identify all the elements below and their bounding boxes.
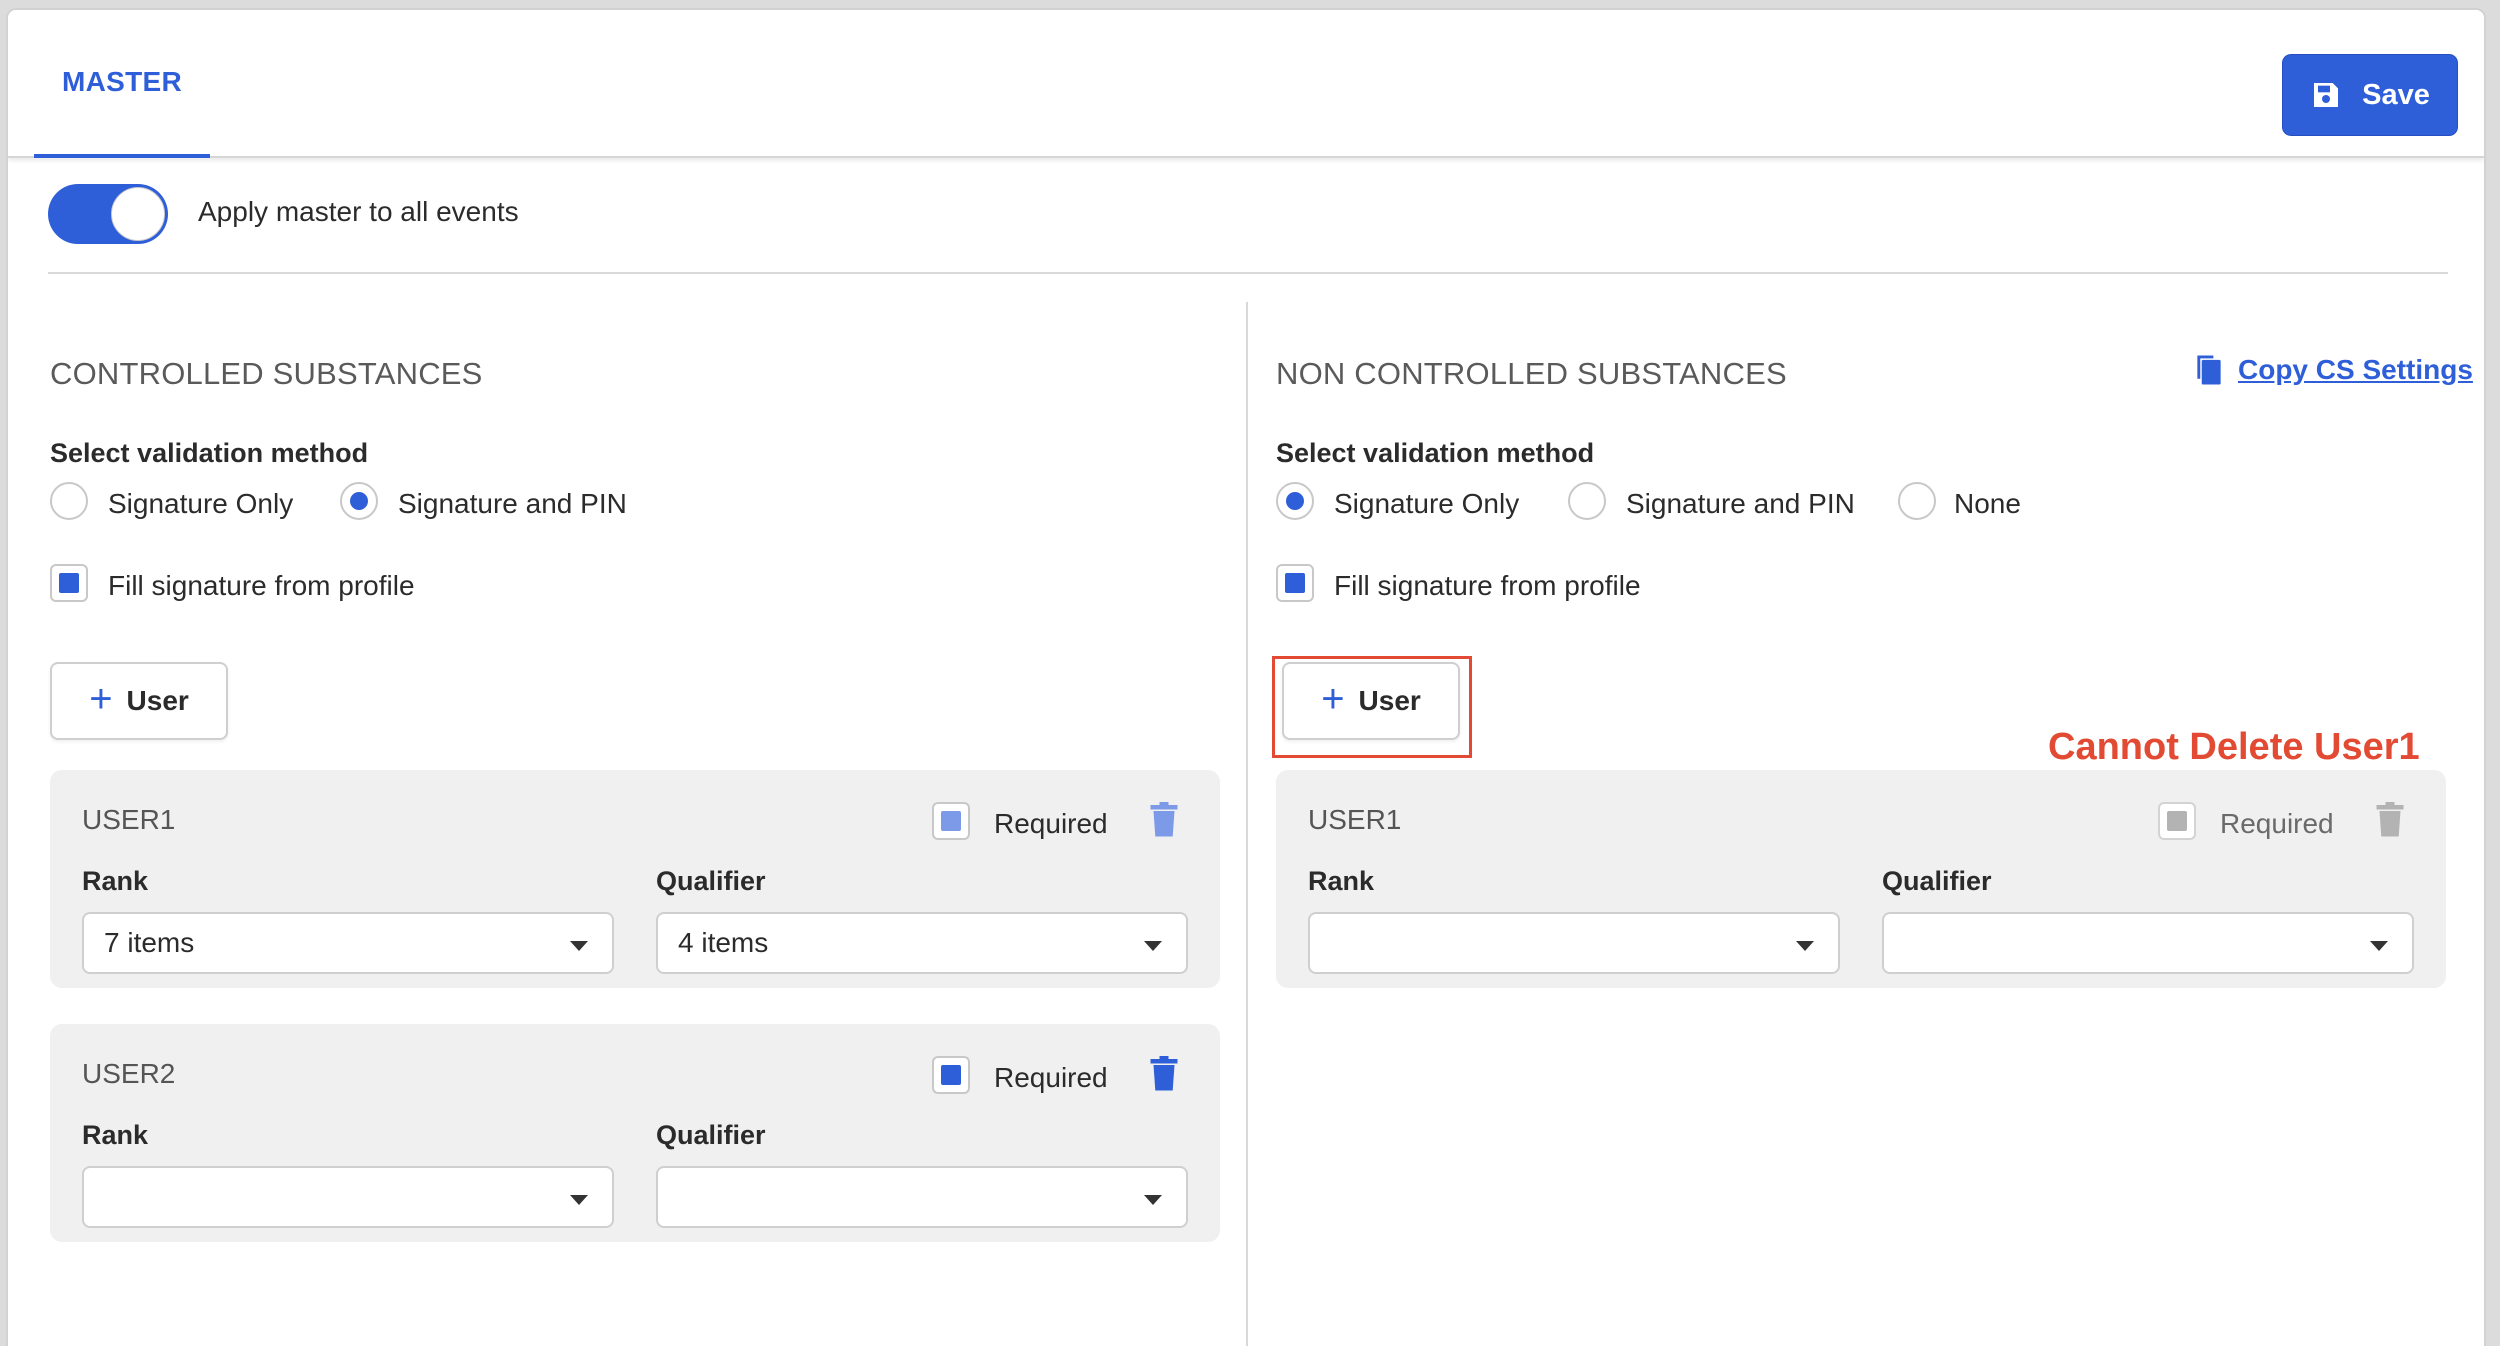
cs-user2-required-checkbox[interactable] bbox=[932, 1056, 970, 1094]
chevron-down-icon bbox=[570, 1195, 588, 1205]
chevron-down-icon bbox=[1144, 941, 1162, 951]
cs-user2-rank-select[interactable] bbox=[82, 1166, 614, 1228]
trash-icon[interactable] bbox=[1148, 802, 1180, 838]
cs-user1-required-checkbox[interactable] bbox=[932, 802, 970, 840]
cs-user1-rank-value: 7 items bbox=[104, 927, 195, 958]
cs-user1-qualifier-label: Qualifier bbox=[656, 866, 766, 896]
save-icon bbox=[2314, 83, 2339, 107]
ncs-user1-required-label: Required bbox=[2220, 808, 2334, 839]
ncs-user1-qualifier-select[interactable] bbox=[1882, 912, 2414, 974]
header-bar: MASTER Save bbox=[8, 10, 2484, 158]
annotation-highlight-box bbox=[1272, 656, 1472, 758]
plus-icon: + bbox=[89, 677, 113, 721]
ncs-radio-none[interactable] bbox=[1898, 482, 1936, 520]
ncs-radio-signature-only-label: Signature Only bbox=[1334, 488, 1520, 519]
chevron-down-icon bbox=[2370, 941, 2388, 951]
cs-fill-signature-label: Fill signature from profile bbox=[108, 570, 415, 601]
cs-user2-qualifier-label: Qualifier bbox=[656, 1120, 766, 1150]
ncs-validation-label: Select validation method bbox=[1276, 438, 1595, 468]
cs-user2-qualifier-select[interactable] bbox=[656, 1166, 1188, 1228]
annotation-text: Cannot Delete User1 bbox=[2048, 726, 2420, 768]
ncs-user1-rank-label: Rank bbox=[1308, 866, 1375, 896]
cs-add-user-label: User bbox=[126, 685, 189, 716]
ncs-radio-signature-pin[interactable] bbox=[1568, 482, 1606, 520]
ncs-user1-qualifier-label: Qualifier bbox=[1882, 866, 1992, 896]
chevron-down-icon bbox=[570, 941, 588, 951]
ncs-user1-card: USER1 Required Rank Qualifier bbox=[1276, 770, 2446, 988]
save-button[interactable]: Save bbox=[2282, 54, 2458, 136]
ncs-fill-signature-checkbox[interactable] bbox=[1276, 564, 1314, 602]
cs-radio-signature-pin[interactable] bbox=[340, 482, 378, 520]
toggle-knob bbox=[111, 187, 165, 241]
ncs-user1-required-checkbox bbox=[2158, 802, 2196, 840]
trash-icon[interactable] bbox=[1148, 1056, 1180, 1092]
ncs-radio-signature-pin-label: Signature and PIN bbox=[1626, 488, 1855, 519]
cs-user1-required-label: Required bbox=[994, 808, 1108, 839]
cs-user1-title: USER1 bbox=[82, 804, 176, 835]
trash-icon bbox=[2376, 802, 2404, 837]
ncs-fill-signature-label: Fill signature from profile bbox=[1334, 570, 1641, 601]
controlled-title: CONTROLLED SUBSTANCES bbox=[50, 356, 483, 391]
cs-radio-signature-pin-label: Signature and PIN bbox=[398, 488, 627, 519]
cs-radio-signature-only-label: Signature Only bbox=[108, 488, 294, 519]
ncs-user1-title: USER1 bbox=[1308, 804, 1402, 835]
ncs-radio-none-label: None bbox=[1954, 488, 2021, 519]
apply-master-label: Apply master to all events bbox=[198, 196, 519, 227]
chevron-down-icon bbox=[1796, 941, 1814, 951]
tab-master[interactable]: MASTER bbox=[34, 10, 210, 158]
cs-user2-card: USER2 Required Rank Qualifier bbox=[50, 1024, 1220, 1242]
cs-user2-rank-label: Rank bbox=[82, 1120, 149, 1150]
ncs-radio-signature-only[interactable] bbox=[1276, 482, 1314, 520]
cs-add-user-button[interactable]: + User bbox=[50, 662, 228, 740]
copy-icon bbox=[2197, 355, 2221, 385]
cs-user2-required-label: Required bbox=[994, 1062, 1108, 1093]
cs-validation-label: Select validation method bbox=[50, 438, 369, 468]
cs-user1-qualifier-select[interactable]: 4 items bbox=[656, 912, 1188, 974]
ncs-user1-rank-select[interactable] bbox=[1308, 912, 1840, 974]
cs-user1-card: USER1 Required Rank Qualifier 7 items 4 … bbox=[50, 770, 1220, 988]
column-divider bbox=[1246, 302, 1248, 1346]
cs-user2-title: USER2 bbox=[82, 1058, 176, 1089]
copy-cs-settings-link[interactable]: Copy CS Settings bbox=[2194, 354, 2473, 386]
cs-user1-qualifier-value: 4 items bbox=[678, 927, 769, 958]
cs-user1-rank-label: Rank bbox=[82, 866, 149, 896]
apply-master-toggle[interactable] bbox=[48, 184, 168, 244]
app-window: MASTER Save Apply master to all events C… bbox=[6, 8, 2486, 1346]
save-label: Save bbox=[2362, 78, 2430, 111]
chevron-down-icon bbox=[1144, 1195, 1162, 1205]
cs-radio-signature-only[interactable] bbox=[50, 482, 88, 520]
cs-user1-rank-select[interactable]: 7 items bbox=[82, 912, 614, 974]
non-controlled-title: NON CONTROLLED SUBSTANCES bbox=[1276, 356, 1787, 391]
cs-fill-signature-checkbox[interactable] bbox=[50, 564, 88, 602]
divider bbox=[48, 272, 2448, 274]
copy-cs-settings-label: Copy CS Settings bbox=[2238, 354, 2473, 385]
